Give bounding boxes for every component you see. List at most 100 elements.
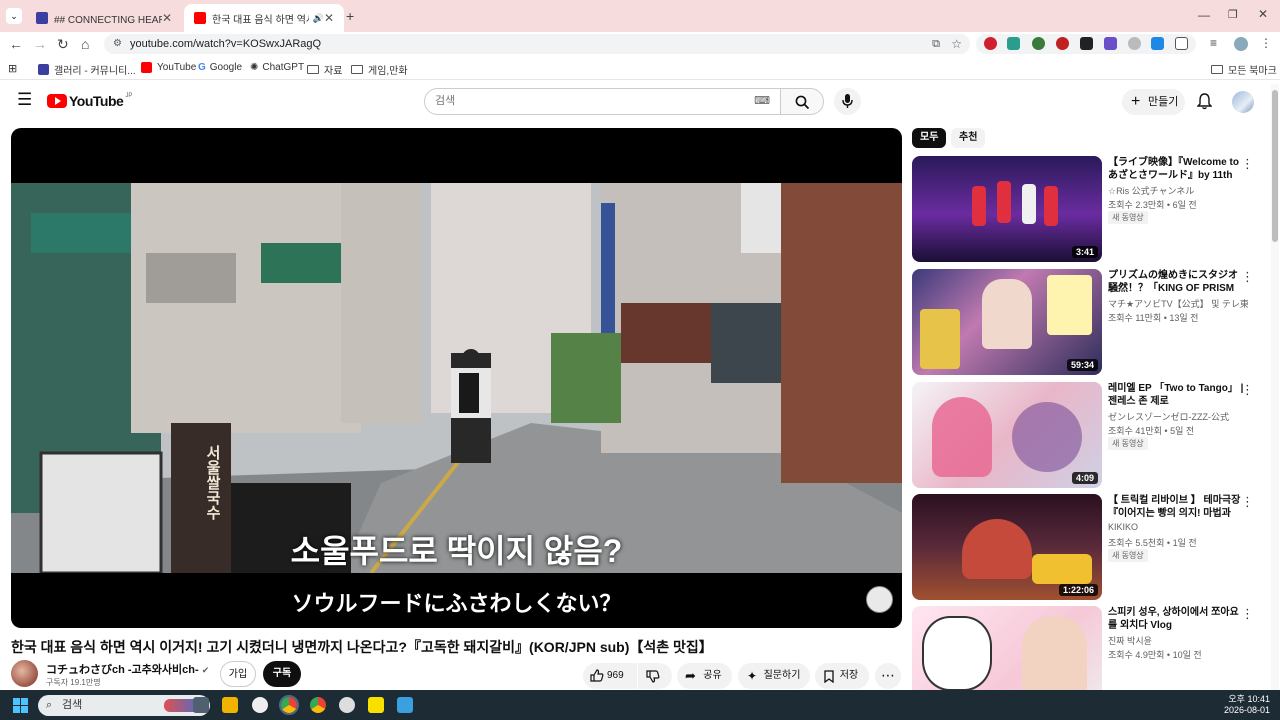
more-actions-icon[interactable]: ⋯ [875, 663, 901, 689]
bookmark-google[interactable]: G Google [198, 62, 242, 73]
create-button[interactable]: + 만들기 [1122, 89, 1185, 115]
extension-icon[interactable] [1080, 37, 1093, 50]
address-bar[interactable]: ⚙ youtube.com/watch?v=KOSwxJARagQ ⧉ ☆ [104, 34, 970, 54]
restore-button[interactable]: ❐ [1228, 8, 1238, 21]
more-options-icon[interactable]: ⋮ [1241, 494, 1254, 510]
recommendation-channel[interactable]: ☆Ris 公式チャンネル [1108, 184, 1248, 197]
recommendation-channel[interactable]: 진짜 박시윤 [1108, 634, 1248, 647]
more-options-icon[interactable]: ⋮ [1241, 606, 1254, 622]
close-tab-icon[interactable]: ✕ [324, 11, 334, 25]
more-options-icon[interactable]: ⋮ [1241, 156, 1254, 172]
video-player[interactable]: 서울쌀국수 소울푸드로 딱이지 않음? ソウルフードにふさわしくない？ [11, 128, 902, 628]
profile-avatar[interactable] [1234, 37, 1248, 51]
bookmark-folder-games[interactable]: 게임,만화 [351, 62, 408, 77]
recommendation-title[interactable]: 레미엘 EP 「Two to Tango」 | 젠레스 존 제로 [1108, 382, 1244, 408]
bookmark-folder-docs[interactable]: 자료 [307, 62, 342, 77]
new-tab-button[interactable]: + [346, 8, 354, 24]
join-button[interactable]: 가입 [220, 661, 256, 687]
recommendation-channel[interactable]: マチ★アソビTV【公式】 및 テレ東アニメ [1108, 297, 1248, 310]
recommendation-item[interactable]: 스피키 성우, 상하이에서 쪼아요를 외치다 Vlog 진짜 박시윤 조회수 4… [912, 606, 1262, 690]
recommendation-title[interactable]: 【ライブ映像】『Welcome to あざとさワールド』by 11th Live… [1108, 156, 1244, 182]
recommendation-title[interactable]: プリズムの煌めきにスタジオ騒然！？「KING OF PRISM -... [1108, 269, 1244, 295]
search-input[interactable]: 검색 ⌨ [424, 88, 781, 115]
app-icon[interactable] [252, 697, 268, 713]
extensions-puzzle-icon[interactable] [1175, 37, 1188, 50]
audio-playing-icon[interactable]: 🔊 [313, 13, 324, 24]
bookmark-star-icon[interactable]: ☆ [951, 34, 962, 54]
recommendation-title[interactable]: 스피키 성우, 상하이에서 쪼아요를 외치다 Vlog [1108, 606, 1244, 632]
site-info-icon[interactable]: ⚙ [113, 34, 122, 54]
recommendation-item[interactable]: 4:09 레미엘 EP 「Two to Tango」 | 젠레스 존 제로 ゼン… [912, 382, 1262, 488]
recommendation-item[interactable]: 1:22:06 【 트릭컬 리바이브 】 테마극장 『이어지는 빵의 의지! 마… [912, 494, 1262, 600]
recommendation-title[interactable]: 【 트릭컬 리바이브 】 테마극장 『이어지는 빵의 의지! 마법과 빵... [1108, 494, 1244, 520]
home-icon[interactable]: ⌂ [81, 36, 89, 52]
video-thumbnail[interactable]: 4:09 [912, 382, 1102, 488]
youtube-logo[interactable]: YouTube JP [47, 93, 132, 109]
forward-icon[interactable]: → [33, 36, 47, 52]
video-thumbnail[interactable]: 3:41 [912, 156, 1102, 262]
chrome-profile-icon[interactable] [310, 697, 326, 713]
voice-search-button[interactable] [834, 88, 861, 115]
apps-grid-icon[interactable]: ⊞ [8, 62, 17, 75]
more-options-icon[interactable]: ⋮ [1241, 382, 1254, 398]
more-options-icon[interactable]: ⋮ [1241, 269, 1254, 285]
video-thumbnail[interactable]: 1:22:06 [912, 494, 1102, 600]
recommendation-item[interactable]: 3:41 【ライブ映像】『Welcome to あざとさワールド』by 11th… [912, 156, 1262, 262]
download-icon[interactable] [1151, 37, 1164, 50]
tab-connecting-hearts[interactable]: ## CONNECTING HEARTS! 다 ✕ [26, 4, 182, 32]
bookmark-youtube[interactable]: YouTube [141, 62, 196, 73]
kakaotalk-icon[interactable] [368, 697, 384, 713]
reading-list-icon[interactable]: ≡ [1210, 36, 1217, 50]
minimize-button[interactable]: — [1198, 8, 1210, 22]
close-tab-icon[interactable]: ✕ [162, 11, 172, 25]
video-thumbnail[interactable] [912, 606, 1102, 690]
bookmark-gallery[interactable]: 갤러리 - 커뮤니티... [38, 62, 136, 77]
extension-icon[interactable] [1128, 37, 1141, 50]
chrome-menu-icon[interactable]: ⋮ [1260, 36, 1272, 50]
chatgpt-app-icon[interactable] [339, 697, 355, 713]
file-explorer-icon[interactable] [222, 697, 238, 713]
bookmark-chatgpt[interactable]: ✺ ChatGPT [250, 62, 304, 73]
extension-icon[interactable] [1032, 37, 1045, 50]
dislike-button[interactable] [638, 663, 672, 689]
chip-all[interactable]: 모두 [912, 128, 947, 148]
extension-icon[interactable] [1104, 37, 1117, 50]
subscribe-button[interactable]: 구독 [263, 661, 301, 687]
scrollbar-thumb[interactable] [1272, 90, 1278, 242]
page-scrollbar[interactable] [1271, 84, 1279, 690]
chip-recommended[interactable]: 추천 [951, 128, 986, 148]
account-avatar[interactable] [1232, 91, 1254, 113]
install-app-icon[interactable]: ⧉ [932, 34, 940, 54]
search-button[interactable] [780, 88, 824, 115]
close-window-button[interactable]: ✕ [1258, 7, 1268, 21]
chrome-icon[interactable] [279, 695, 299, 715]
hamburger-menu-icon[interactable]: ☰ [17, 91, 32, 108]
app-icon[interactable] [397, 697, 413, 713]
thumbs-up-icon [590, 669, 604, 682]
extension-icon[interactable] [1007, 37, 1020, 50]
all-bookmarks[interactable]: 모든 북마크 [1211, 62, 1277, 77]
like-button[interactable]: 969 [583, 663, 637, 689]
tab-youtube-video[interactable]: 한국 대표 음식 하면 역시 이 🔊 ✕ [184, 4, 344, 32]
recommendation-channel[interactable]: KIKIKO [1108, 522, 1248, 532]
notifications-bell-icon[interactable] [1197, 93, 1212, 110]
recommendation-item[interactable]: 59:34 プリズムの煌めきにスタジオ騒然！？「KING OF PRISM -.… [912, 269, 1262, 375]
channel-avatar[interactable] [11, 660, 38, 687]
recommendation-channel[interactable]: ゼンレスゾーンゼロ-ZZZ-公式 [1108, 410, 1248, 423]
share-button[interactable]: ➦ 공유 [677, 663, 732, 689]
channel-name[interactable]: コチュわさびch -고추와사비ch- ✔ [46, 661, 209, 677]
channel-watermark-icon[interactable] [866, 586, 893, 613]
ask-button[interactable]: ✦ 질문하기 [738, 663, 810, 689]
system-clock[interactable]: 오후 10:41 2026-08-01 [1200, 694, 1270, 716]
video-thumbnail[interactable]: 59:34 [912, 269, 1102, 375]
reload-icon[interactable]: ↻ [57, 36, 69, 52]
task-view-icon[interactable] [193, 697, 209, 713]
keyboard-icon[interactable]: ⌨ [754, 89, 770, 114]
back-icon[interactable]: ← [9, 36, 23, 52]
taskbar-search-box[interactable]: ⌕ 검색 [38, 695, 210, 716]
tab-search-button[interactable]: ⌄ [6, 8, 22, 24]
extension-icon[interactable] [984, 37, 997, 50]
extension-icon[interactable] [1056, 37, 1069, 50]
windows-start-icon[interactable] [13, 698, 28, 713]
save-button[interactable]: 저장 [815, 663, 869, 689]
